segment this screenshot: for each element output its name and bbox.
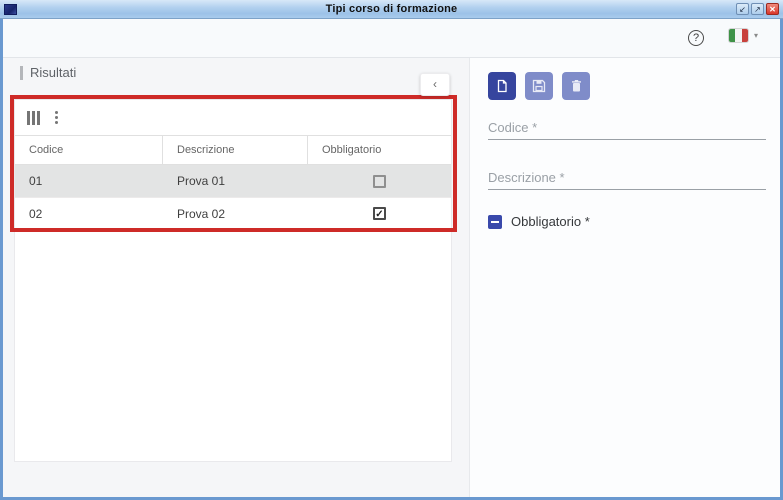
results-card: Codice Descrizione Obbligatorio 01 Prova… xyxy=(14,99,452,462)
maximize-button[interactable]: ↗ xyxy=(751,3,764,15)
restore-down-button[interactable]: ↙ xyxy=(736,3,749,15)
window-title: Tipi corso di formazione xyxy=(325,3,458,15)
results-title: Risultati xyxy=(20,65,76,80)
column-header-obbligatorio[interactable]: Obbligatorio xyxy=(308,136,451,164)
descrizione-field-label: Descrizione * xyxy=(488,170,565,185)
checkbox-unchecked[interactable] xyxy=(373,174,386,188)
descrizione-input[interactable] xyxy=(488,189,766,190)
save-icon xyxy=(532,79,546,93)
column-header-codice[interactable]: Codice xyxy=(15,136,163,164)
checkbox-checked[interactable]: ✓ xyxy=(373,207,386,220)
app-window: Tipi corso di formazione ↙ ↗ ✕ ? ▾ Risul… xyxy=(0,0,783,500)
new-record-button[interactable] xyxy=(488,72,516,100)
kebab-menu-icon[interactable] xyxy=(53,109,60,126)
codice-input[interactable] xyxy=(488,139,766,140)
close-button[interactable]: ✕ xyxy=(766,3,779,15)
obbligatorio-field: Obbligatorio * xyxy=(488,214,590,229)
cell-obbligatorio: ✓ xyxy=(308,207,451,220)
window-body: ? ▾ Risultati ‹ Codice Descrizione Obbli… xyxy=(0,19,783,500)
column-header-descrizione[interactable]: Descrizione xyxy=(163,136,308,164)
content: Risultati ‹ Codice Descrizione Obbligato… xyxy=(3,58,780,497)
chevron-down-icon: ▾ xyxy=(753,31,758,40)
obbligatorio-label: Obbligatorio * xyxy=(511,214,590,229)
column-chooser-icon[interactable] xyxy=(27,110,40,125)
help-icon[interactable]: ? xyxy=(688,30,704,46)
language-selector[interactable]: ▾ xyxy=(728,29,758,42)
detail-toolbar xyxy=(488,72,590,100)
obbligatorio-checkbox[interactable] xyxy=(488,214,502,229)
window-controls: ↙ ↗ ✕ xyxy=(736,3,779,15)
titlebar: Tipi corso di formazione ↙ ↗ ✕ xyxy=(0,0,783,19)
new-document-icon xyxy=(495,79,509,93)
results-title-label: Risultati xyxy=(30,65,77,80)
title-accent-bar xyxy=(20,65,23,80)
table-row[interactable]: 02 Prova 02 ✓ xyxy=(15,197,451,229)
delete-button[interactable] xyxy=(562,72,590,100)
grid-toolbar xyxy=(15,100,451,135)
codice-field-label: Codice * xyxy=(488,120,538,135)
detail-panel: Codice * Descrizione * Obbligatorio * xyxy=(469,58,780,497)
cell-codice: 01 xyxy=(29,174,43,188)
save-button[interactable] xyxy=(525,72,553,100)
trash-icon xyxy=(570,79,583,93)
table-row[interactable]: 01 Prova 01 xyxy=(15,165,451,197)
cell-descrizione: Prova 01 xyxy=(177,174,226,188)
cell-codice: 02 xyxy=(29,206,43,221)
cell-descrizione: Prova 02 xyxy=(177,206,226,221)
collapse-panel-button[interactable]: ‹ xyxy=(420,73,450,96)
table-header-row: Codice Descrizione Obbligatorio xyxy=(15,135,451,165)
cell-obbligatorio xyxy=(308,174,451,188)
italian-flag-icon xyxy=(728,29,748,42)
headerbar: ? ▾ xyxy=(3,19,780,58)
results-panel: Risultati ‹ Codice Descrizione Obbligato… xyxy=(3,58,469,497)
